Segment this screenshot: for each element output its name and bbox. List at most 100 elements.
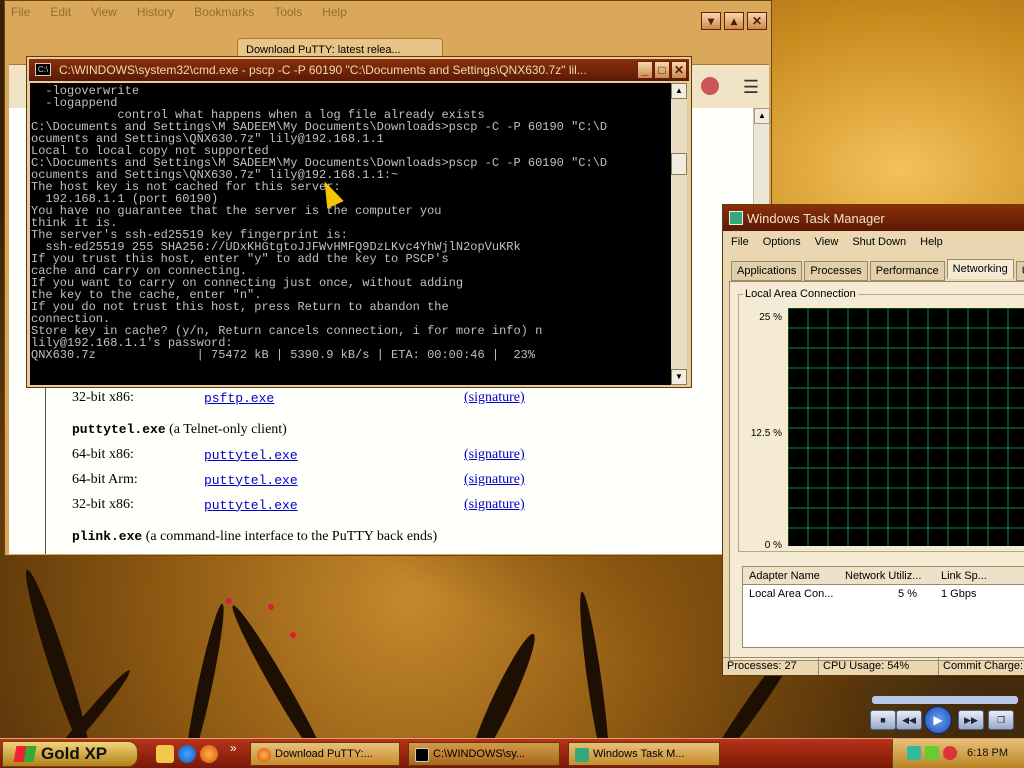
- seek-bar[interactable]: [872, 696, 1018, 704]
- table-row[interactable]: Local Area Con... 5 % 1 Gbps: [743, 585, 1024, 603]
- file-link[interactable]: puttytel.exe: [204, 473, 464, 488]
- list-item: 32-bit x86: puttytel.exe (signature): [72, 495, 525, 515]
- extension-icon[interactable]: [701, 77, 719, 95]
- cmd-icon: [415, 748, 429, 762]
- console-line: -logoverwrite: [31, 84, 140, 98]
- tab-label: Download PuTTY: latest relea...: [246, 44, 401, 56]
- list-item: 32-bit x86: psftp.exe (signature): [72, 388, 525, 408]
- minimize-button[interactable]: ▾: [701, 12, 721, 30]
- tm-menu-options[interactable]: Options: [763, 236, 801, 248]
- list-item: 64-bit x86: puttytel.exe (signature): [72, 445, 525, 465]
- file-link[interactable]: puttytel.exe: [204, 498, 464, 513]
- arch-label: 64-bit Arm:: [72, 472, 138, 487]
- signature-link[interactable]: (signature): [464, 497, 525, 513]
- list-item: 64-bit Arm: puttytel.exe (signature): [72, 470, 525, 490]
- network-graph: [788, 308, 1024, 546]
- tm-menu-help[interactable]: Help: [920, 236, 943, 248]
- folder-icon[interactable]: [156, 745, 174, 763]
- network-icon[interactable]: [907, 746, 921, 760]
- file-link[interactable]: puttytel.exe: [204, 448, 464, 463]
- firefox-icon[interactable]: [200, 745, 218, 763]
- task-label: C:\WINDOWS\sy...: [433, 748, 526, 760]
- task-label: Windows Task M...: [593, 748, 685, 760]
- scroll-up-icon[interactable]: ▲: [754, 108, 770, 124]
- col-link-speed[interactable]: Link Sp...: [935, 570, 1015, 582]
- tm-title: Windows Task Manager: [747, 211, 885, 226]
- clock[interactable]: 6:18 PM: [967, 747, 1008, 759]
- scroll-down-icon[interactable]: ▼: [671, 369, 687, 385]
- maximize-icon: ▴: [730, 14, 738, 28]
- menu-edit[interactable]: Edit: [50, 5, 71, 23]
- cmd-titlebar[interactable]: C:\ C:\WINDOWS\system32\cmd.exe - pscp -…: [29, 59, 689, 81]
- hamburger-menu-icon[interactable]: ☰: [743, 77, 759, 98]
- maximize-button[interactable]: ▴: [724, 12, 744, 30]
- tm-titlebar[interactable]: Windows Task Manager: [723, 205, 1024, 231]
- internet-explorer-icon[interactable]: [178, 745, 196, 763]
- arch-label: 32-bit x86:: [72, 497, 134, 512]
- task-label: Download PuTTY:...: [275, 748, 373, 760]
- signature-link[interactable]: (signature): [464, 390, 525, 406]
- col-adapter-name[interactable]: Adapter Name: [743, 570, 839, 582]
- cmd-close-button[interactable]: ✕: [671, 61, 687, 79]
- task-firefox[interactable]: Download PuTTY:...: [250, 742, 400, 766]
- cmd-maximize-button[interactable]: □: [654, 61, 670, 79]
- cmd-minimize-button[interactable]: _: [637, 61, 653, 79]
- status-commit: Commit Charge:: [943, 660, 1024, 672]
- task-manager-window[interactable]: Windows Task Manager File Options View S…: [722, 204, 1024, 676]
- console-line: If you do not trust this host, press Ret…: [31, 300, 449, 314]
- console-output[interactable]: -logoverwrite -logappend control what ha…: [30, 83, 672, 385]
- arch-label: 64-bit x86:: [72, 447, 134, 462]
- menu-file[interactable]: File: [11, 5, 30, 23]
- system-tray: 6:18 PM: [892, 739, 1024, 768]
- start-button[interactable]: Gold XP: [2, 741, 138, 767]
- security-shield-icon[interactable]: [943, 746, 957, 760]
- quicklaunch-more-icon[interactable]: »: [230, 741, 237, 755]
- axis-label-bottom: 0 %: [764, 540, 782, 551]
- menu-view[interactable]: View: [91, 5, 117, 23]
- task-task-manager[interactable]: Windows Task M...: [568, 742, 720, 766]
- tm-menu-shutdown[interactable]: Shut Down: [852, 236, 906, 248]
- scroll-thumb[interactable]: [671, 153, 687, 175]
- restore-icon[interactable]: ❐: [988, 710, 1014, 730]
- col-network-util[interactable]: Network Utiliz...: [839, 570, 935, 582]
- tab-networking[interactable]: Networking: [946, 259, 1014, 279]
- tm-menu-view[interactable]: View: [815, 236, 839, 248]
- next-icon[interactable]: ▶▶: [958, 710, 984, 730]
- scroll-up-icon[interactable]: ▲: [671, 83, 687, 99]
- tab-applications[interactable]: Applications: [731, 261, 803, 281]
- section-code: plink.exe: [72, 529, 143, 544]
- tm-menu-file[interactable]: File: [731, 236, 749, 248]
- tab-performance[interactable]: Performance: [869, 261, 945, 281]
- tray-app-icon[interactable]: [925, 746, 939, 760]
- console-scrollbar[interactable]: ▲ ▼: [671, 83, 687, 385]
- menu-bookmarks[interactable]: Bookmarks: [194, 5, 254, 23]
- adapter-table[interactable]: Adapter Name Network Utiliz... Link Sp..…: [742, 566, 1024, 648]
- section-code: puttytel.exe: [72, 422, 166, 437]
- firefox-menubar: File Edit View History Bookmarks Tools H…: [11, 5, 347, 23]
- maximize-icon: □: [658, 63, 666, 77]
- play-icon[interactable]: ▶: [924, 706, 952, 734]
- signature-link[interactable]: (signature): [464, 447, 525, 463]
- console-line: You have no guarantee that the server is…: [31, 204, 442, 218]
- task-cmd[interactable]: C:\WINDOWS\sy...: [408, 742, 560, 766]
- section-heading: puttytel.exe (a Telnet-only client): [72, 422, 287, 438]
- status-processes: Processes: 27: [723, 658, 819, 675]
- stop-icon[interactable]: ■: [870, 710, 896, 730]
- start-label: Gold XP: [41, 744, 108, 763]
- tab-users[interactable]: Use: [1015, 261, 1024, 281]
- cell-adapter: Local Area Con...: [749, 588, 834, 600]
- previous-icon[interactable]: ◀◀: [896, 710, 922, 730]
- signature-link[interactable]: (signature): [464, 472, 525, 488]
- menu-help[interactable]: Help: [322, 5, 347, 23]
- taskbar: Gold XP » Download PuTTY:... C:\WINDOWS\…: [0, 738, 1024, 768]
- menu-history[interactable]: History: [137, 5, 174, 23]
- menu-tools[interactable]: Tools: [274, 5, 302, 23]
- close-button[interactable]: ✕: [747, 12, 767, 30]
- cell-util: 5 %: [898, 588, 917, 600]
- file-link[interactable]: psftp.exe: [204, 391, 464, 406]
- tab-processes[interactable]: Processes: [804, 261, 868, 281]
- tm-tabs: Applications Processes Performance Netwo…: [731, 259, 1024, 281]
- cmd-window[interactable]: C:\ C:\WINDOWS\system32\cmd.exe - pscp -…: [26, 56, 692, 388]
- table-header: Adapter Name Network Utiliz... Link Sp..…: [743, 567, 1024, 585]
- media-player-toolbar: ■ ◀◀ ▶ ▶▶ ❐: [866, 678, 1024, 738]
